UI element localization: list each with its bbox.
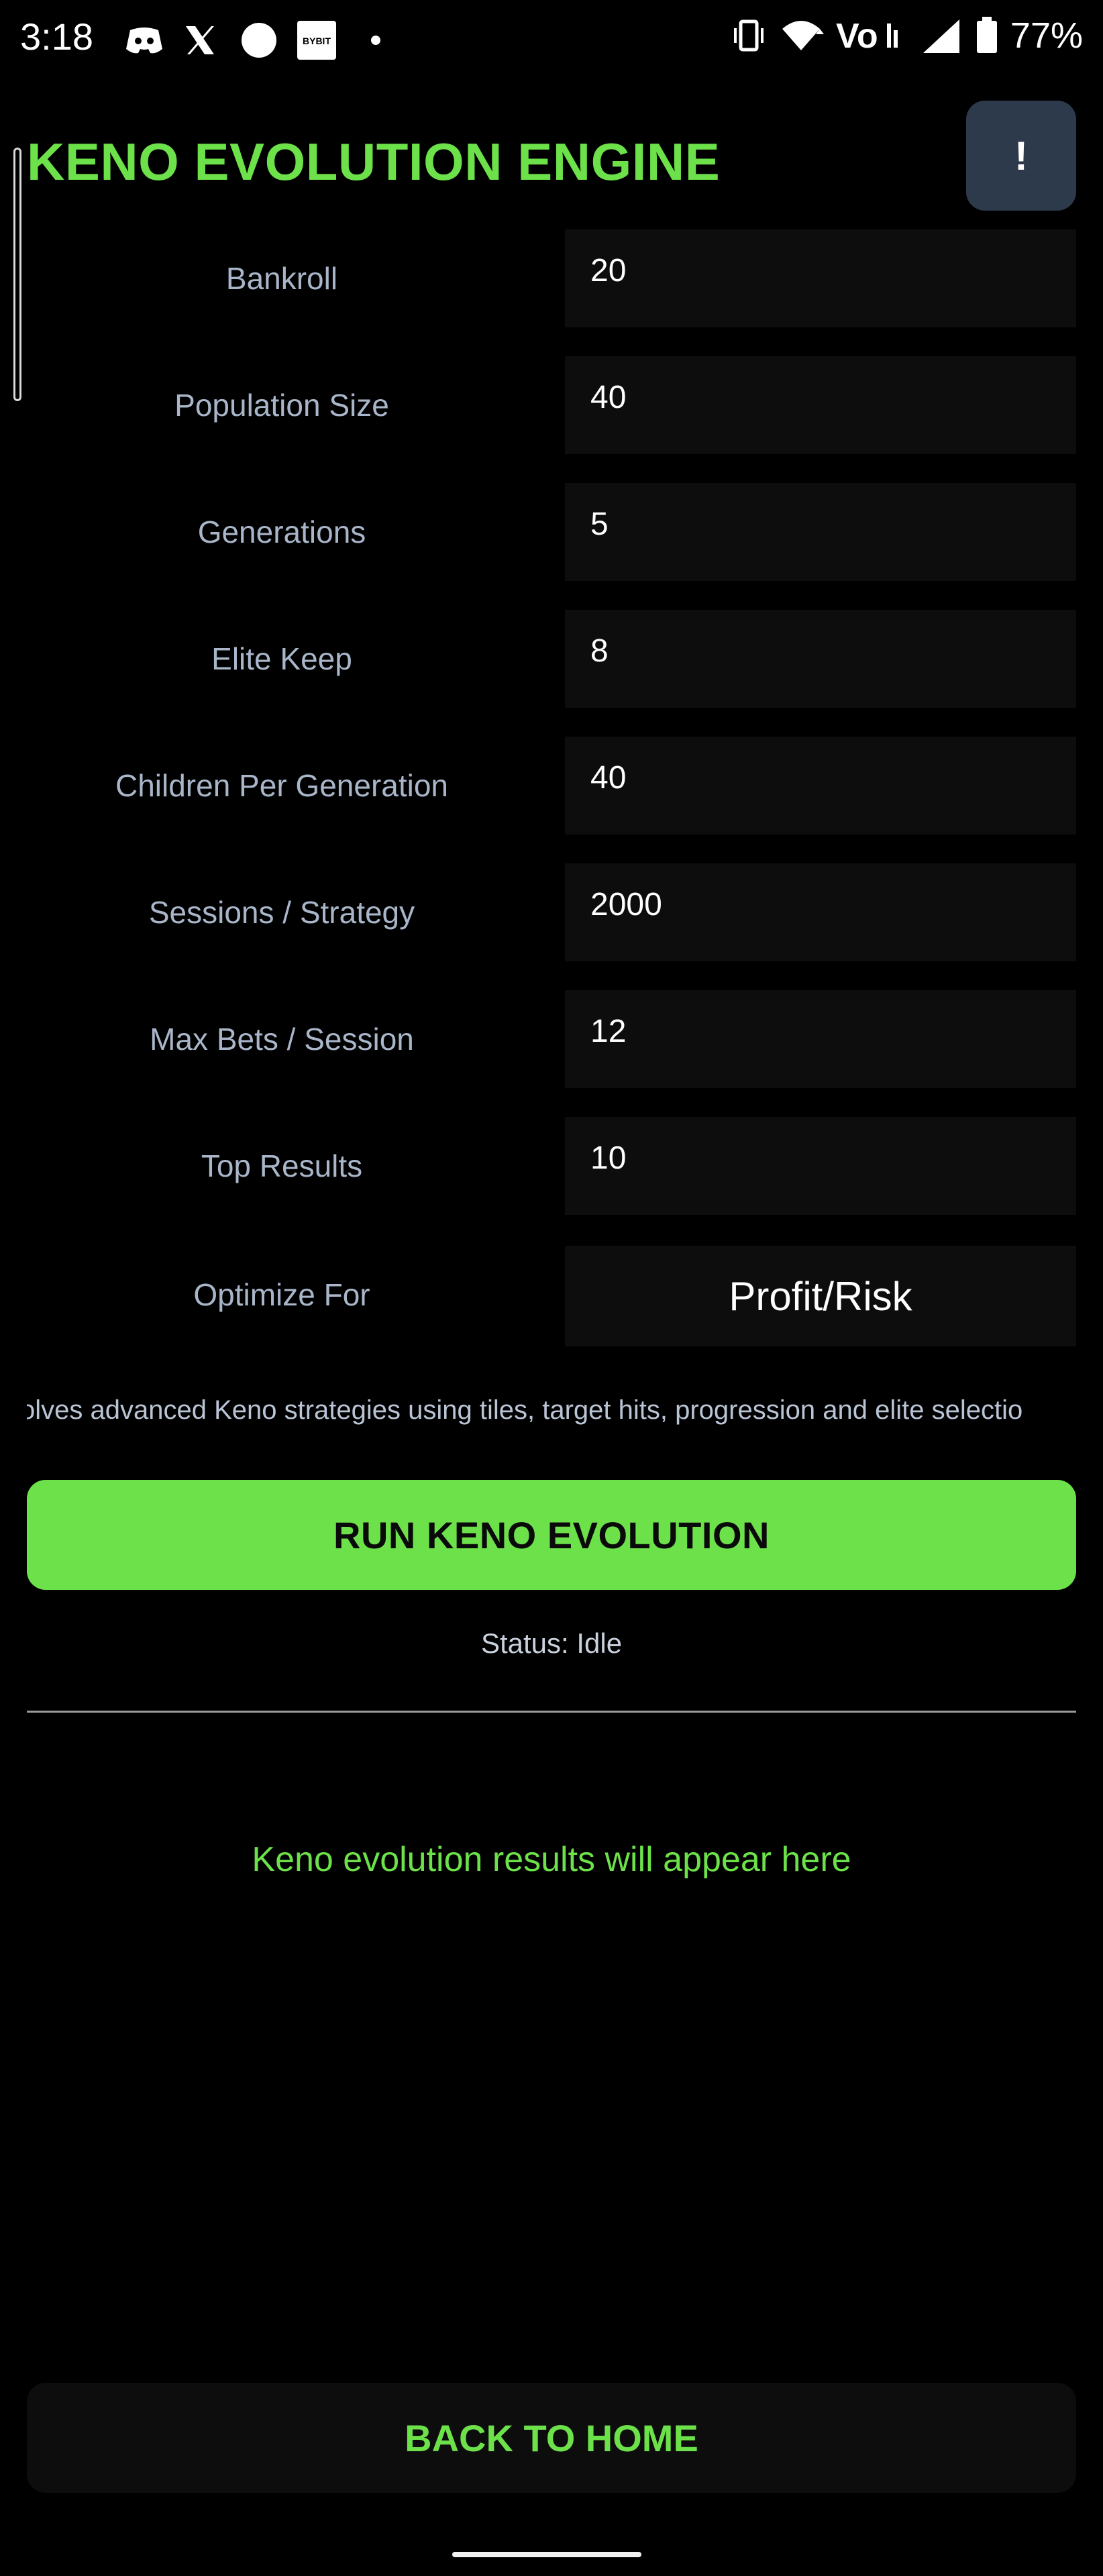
form-row-generations: Generations 5	[27, 483, 1076, 581]
status-right: Vo 77%	[730, 15, 1083, 56]
info-button[interactable]: !	[966, 101, 1076, 211]
battery-percent: 77%	[1010, 15, 1083, 56]
bybit-icon: BYBIT	[297, 20, 337, 60]
status-time: 3:18	[20, 15, 93, 58]
discord-icon	[121, 20, 168, 60]
form-row-optimize-for: Optimize For Profit/Risk	[27, 1246, 1076, 1346]
circle-icon	[239, 20, 279, 60]
top-results-input[interactable]: 10	[565, 1117, 1076, 1215]
volte-icon: Vo	[836, 17, 898, 54]
max-bets-session-label: Max Bets / Session	[150, 1022, 414, 1057]
optimize-for-select[interactable]: Profit/Risk	[565, 1246, 1076, 1346]
elite-keep-label: Elite Keep	[211, 641, 352, 676]
population-size-input[interactable]: 40	[565, 356, 1076, 454]
sessions-strategy-input[interactable]: 2000	[565, 863, 1076, 961]
screen: 3:18 BYBIT Vo 77% KENO EVOLUTION ENGINE …	[0, 0, 1103, 2576]
home-indicator[interactable]	[452, 2552, 641, 2557]
results-placeholder: Keno evolution results will appear here	[252, 1840, 851, 1879]
dot-icon	[368, 20, 384, 60]
signal-icon	[923, 19, 959, 53]
form-row-bankroll: Bankroll 20	[27, 229, 1076, 327]
elite-keep-input[interactable]: 8	[565, 610, 1076, 708]
run-keno-evolution-button[interactable]: RUN KENO EVOLUTION	[27, 1480, 1076, 1590]
form-row-children-per-generation: Children Per Generation 40	[27, 737, 1076, 835]
svg-text:Vo: Vo	[836, 17, 878, 54]
description-marquee: volves advanced Keno strategies using ti…	[27, 1395, 1076, 1432]
form-row-max-bets-session: Max Bets / Session 12	[27, 990, 1076, 1088]
scroll-indicator[interactable]	[13, 148, 21, 401]
sessions-strategy-label: Sessions / Strategy	[148, 895, 415, 930]
divider	[27, 1711, 1076, 1713]
wifi-icon	[782, 21, 824, 50]
vibrate-icon	[733, 19, 764, 52]
generations-label: Generations	[197, 515, 366, 549]
x-icon	[180, 20, 220, 60]
generations-input[interactable]: 5	[565, 483, 1076, 581]
status-bar: 3:18 BYBIT Vo 77%	[0, 0, 1103, 80]
children-per-generation-label: Children Per Generation	[115, 768, 449, 803]
top-results-label: Top Results	[201, 1148, 363, 1183]
bankroll-label: Bankroll	[225, 261, 338, 296]
form-row-population-size: Population Size 40	[27, 356, 1076, 454]
description-text: volves advanced Keno strategies using ti…	[27, 1395, 1023, 1425]
status-text: Status: Idle	[480, 1627, 623, 1659]
svg-text:BYBIT: BYBIT	[303, 36, 331, 46]
optimize-for-label: Optimize For	[193, 1277, 370, 1312]
form-row-top-results: Top Results 10	[27, 1117, 1076, 1215]
children-per-generation-input[interactable]: 40	[565, 737, 1076, 835]
back-to-home-button[interactable]: BACK TO HOME	[27, 2383, 1076, 2493]
bankroll-input[interactable]: 20	[565, 229, 1076, 327]
max-bets-session-input[interactable]: 12	[565, 990, 1076, 1088]
battery-icon	[976, 17, 997, 53]
info-label: !	[1014, 133, 1028, 178]
form-row-elite-keep: Elite Keep 8	[27, 610, 1076, 708]
page-title: KENO EVOLUTION ENGINE	[27, 132, 721, 191]
population-size-label: Population Size	[174, 388, 389, 423]
form-row-sessions-strategy: Sessions / Strategy 2000	[27, 863, 1076, 961]
